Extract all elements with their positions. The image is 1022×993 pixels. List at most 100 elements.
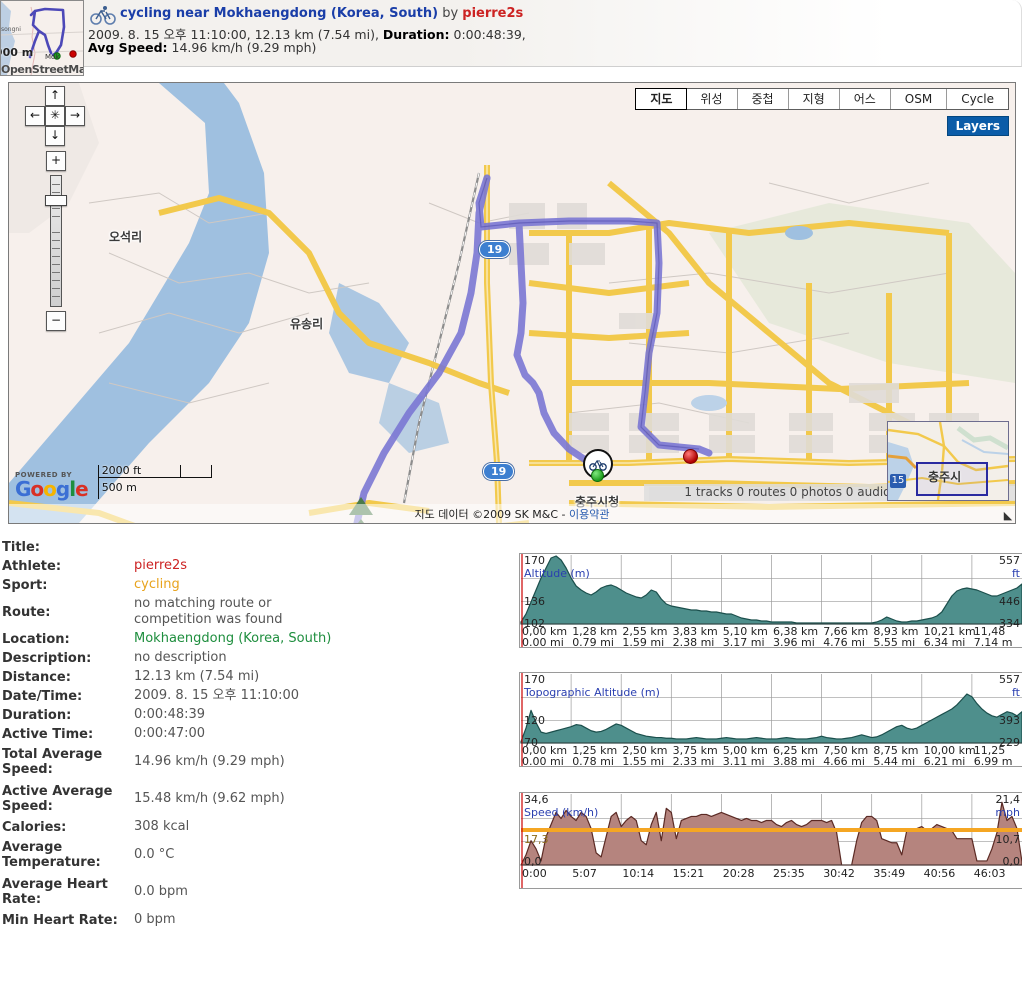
activity-title[interactable]: cycling near Mokhaengdong (Korea, South) (120, 6, 438, 21)
detail-row-avg-temperature: Average Temperature: 0.0 °C (0, 837, 500, 873)
detail-value: 0:00:48:39 (134, 707, 206, 722)
terms-link[interactable]: 이용약관 (569, 508, 609, 521)
map-type-jihyeong[interactable]: 지형 (788, 89, 840, 109)
duration-value: 0:00:48:39, (449, 27, 526, 42)
pan-controls[interactable]: ↑ ← ✳ → ↓ (17, 86, 91, 146)
x-tick-label: 15:21 (672, 867, 705, 880)
athlete-link[interactable]: pierre2s (462, 6, 523, 21)
topo-y-max: 170 (524, 673, 545, 686)
detail-value: 308 kcal (134, 819, 190, 834)
detail-value: no description (134, 650, 227, 665)
pan-right-button[interactable]: → (65, 106, 85, 126)
altitude-chart[interactable]: 170 Altitude (m) 136 102 557 ft 446 334 … (519, 553, 1022, 649)
x-tick-label: 25:35 (773, 867, 805, 880)
activity-header: Mok songni 900 m OpenStreetMap.org cycli… (0, 0, 1022, 78)
detail-value[interactable]: pierre2s (134, 558, 187, 574)
google-logo: Google (15, 477, 89, 501)
layers-button[interactable]: Layers (946, 116, 1009, 136)
detail-value: 15.48 km/h (9.62 mph) (134, 791, 285, 806)
svg-text:Mok: Mok (45, 53, 60, 61)
x-tick-label: 1.55 mi (622, 755, 665, 768)
minimap-inset[interactable]: 15 충주시 (887, 421, 1009, 501)
x-tick-label: 3.88 mi (773, 755, 815, 768)
detail-value: 2009. 8. 15 오후 11:10:00 (134, 688, 299, 703)
avg-speed-label: Avg Speed: (88, 40, 168, 55)
altitude-right-mid: 446 (999, 595, 1020, 608)
zoom-control[interactable]: + − (44, 151, 67, 331)
detail-row-distance: Distance: 12.13 km (7.54 mi) (0, 668, 500, 686)
altitude-y-mid: 136 (524, 595, 545, 608)
scale-feet-label: 2000 ft (101, 464, 142, 477)
duration-label: Duration: (382, 27, 450, 42)
detail-row-route: Route: no matching route or competition w… (0, 595, 500, 629)
speed-chart[interactable]: 34,6 Speed (km/h) 17,3 0,0 21,4 mph 10,7… (519, 792, 1022, 889)
detail-row-active-avg-speed: Active Average Speed: 15.48 km/h (9.62 mp… (0, 781, 500, 817)
pan-down-button[interactable]: ↓ (45, 126, 65, 146)
minimap-route-shield: 15 (890, 474, 906, 488)
map-type-osm[interactable]: OSM (890, 89, 948, 109)
map-type-earth[interactable]: 어스 (839, 89, 891, 109)
track-start-marker[interactable] (591, 469, 604, 482)
detail-row-location: Location: Mokhaengdong (Korea, South) (0, 630, 500, 648)
map-attribution: 지도 데이터 ©2009 SK M&C - 이용약관 (9, 504, 1015, 523)
map-tiles (9, 83, 1015, 523)
detail-row-total-avg-speed: Total Average Speed: 14.96 km/h (9.29 mph… (0, 744, 500, 780)
detail-value: 0.0 °C (134, 847, 175, 862)
map-type-jungcheop[interactable]: 중첩 (737, 89, 789, 109)
zoom-slider-handle[interactable] (45, 195, 67, 206)
x-tick-label: 5.44 mi (873, 755, 916, 768)
map-type-jido[interactable]: 지도 (635, 88, 688, 110)
map-type-cycle[interactable]: Cycle (947, 89, 1008, 109)
detail-row-min-heart-rate: Min Heart Rate: 0 bpm (0, 911, 500, 929)
map-viewport[interactable]: 지도 위성 중첩 지형 어스 OSM Cycle Layers ↑ ← ✳ → … (8, 82, 1016, 524)
track-end-marker[interactable] (683, 449, 698, 464)
speed-right-unit: mph (995, 806, 1020, 819)
detail-label: Average Heart Rate: (2, 877, 108, 907)
x-tick-label: 0.00 mi (522, 636, 564, 649)
x-tick-label: 2.38 mi (672, 636, 715, 649)
topographic-altitude-chart[interactable]: 170 Topographic Altitude (m) 120 70 557 … (519, 672, 1022, 768)
speed-right-max: 21,4 (995, 793, 1021, 806)
avg-speed-line: Avg Speed: 14.96 km/h (9.29 mph) (88, 40, 316, 55)
zoom-in-button[interactable]: + (46, 151, 66, 171)
pan-up-button[interactable]: ↑ (45, 86, 65, 106)
detail-value[interactable]: Mokhaengdong (Korea, South) (134, 631, 331, 647)
speed-y-mid: 17,3 (524, 833, 549, 846)
detail-label: Calories: (2, 819, 67, 835)
detail-value[interactable]: cycling (134, 577, 180, 593)
detail-row-avg-heart-rate: Average Heart Rate: 0.0 bpm (0, 874, 500, 910)
topo-right-max: 557 (999, 673, 1020, 686)
x-tick-label: 20:28 (722, 867, 755, 880)
map-type-wiseong[interactable]: 위성 (686, 89, 738, 109)
topo-y-label: Topographic Altitude (m) (524, 686, 660, 699)
map-resize-handle[interactable]: ◣ (1002, 510, 1014, 522)
pan-left-button[interactable]: ← (25, 106, 45, 126)
x-tick-label: 6.21 mi (923, 755, 966, 768)
x-tick-label: 5:07 (572, 867, 597, 880)
altitude-y-label: Altitude (m) (524, 567, 590, 580)
activity-title-line: cycling near Mokhaengdong (Korea, South)… (120, 6, 523, 21)
route-shield-19-north: 19 (479, 241, 511, 258)
topo-right-unit: ft (1012, 686, 1020, 699)
detail-value: 12.13 km (7.54 mi) (134, 669, 260, 684)
map-type-bar[interactable]: 지도 위성 중첩 지형 어스 OSM Cycle (635, 88, 1009, 110)
map-label-yusongri: 유송리 (290, 317, 324, 331)
google-attribution: POWERED BY Google 2000 ft 500 m (15, 464, 218, 501)
detail-label: Active Time: (2, 726, 94, 742)
topo-y-mid: 120 (524, 714, 545, 727)
x-tick-label: 30:42 (823, 867, 855, 880)
altitude-y-max: 170 (524, 554, 545, 567)
overview-thumbnail-map[interactable]: Mok songni 900 m OpenStreetMap.org (0, 0, 84, 76)
detail-label: Sport: (2, 577, 48, 593)
x-tick-label: 4.76 mi (823, 636, 865, 649)
detail-label: Description: (2, 650, 92, 666)
speed-right-mid: 10,7 (995, 833, 1021, 846)
pan-center-button[interactable]: ✳ (45, 106, 65, 126)
zoom-out-button[interactable]: − (46, 311, 66, 331)
topo-right-mid: 393 (999, 714, 1020, 727)
detail-value: 0 bpm (134, 912, 176, 927)
detail-label: Location: (2, 631, 70, 647)
x-tick-label: 0.78 mi (572, 755, 614, 768)
speed-y-max: 34,6 (524, 793, 549, 806)
svg-text:songni: songni (1, 26, 21, 33)
